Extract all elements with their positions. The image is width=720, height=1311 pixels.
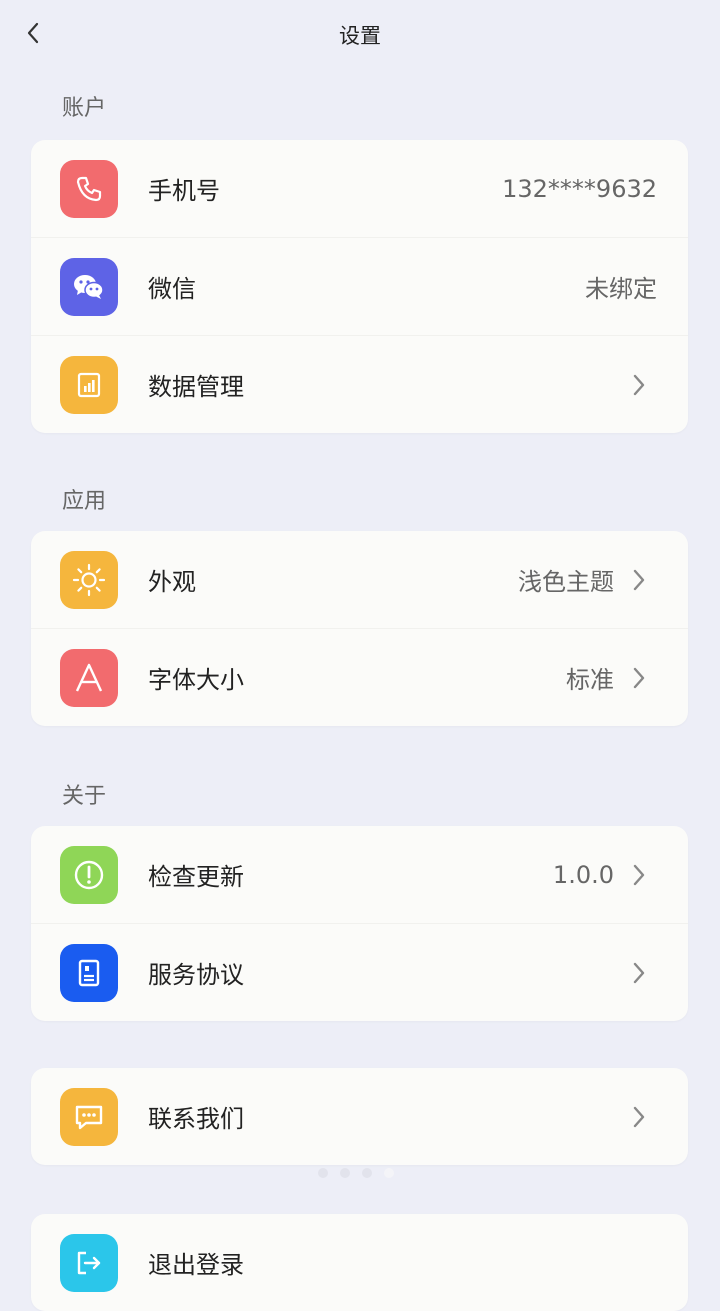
setting-value: 132****9632: [502, 174, 657, 203]
setting-row-wechat[interactable]: 微信 未绑定: [31, 237, 688, 335]
font-icon: [60, 649, 118, 707]
about-card: 检查更新 1.0.0 服务协议: [31, 826, 688, 1021]
page-indicator: [318, 1168, 394, 1178]
logout-icon: [60, 1234, 118, 1292]
setting-row-font-size[interactable]: 字体大小 标准: [31, 628, 688, 726]
chevron-right-icon: [633, 569, 645, 591]
setting-row-update[interactable]: 检查更新 1.0.0: [31, 826, 688, 923]
setting-label: 退出登录: [148, 1251, 244, 1279]
setting-label: 联系我们: [148, 1105, 244, 1133]
setting-label: 服务协议: [148, 961, 244, 989]
chevron-right-icon: [633, 667, 645, 689]
logout-card: 退出登录: [31, 1214, 688, 1311]
top-bar: 设置: [0, 0, 720, 68]
setting-row-appearance[interactable]: 外观 浅色主题: [31, 531, 688, 628]
setting-label: 外观: [148, 568, 196, 596]
wechat-icon: [60, 258, 118, 316]
document-icon: [60, 944, 118, 1002]
logout-button[interactable]: 退出登录: [31, 1214, 688, 1311]
update-icon: [60, 846, 118, 904]
page-dot-active[interactable]: [384, 1168, 394, 1178]
contact-card: 联系我们: [31, 1068, 688, 1165]
chevron-right-icon: [633, 864, 645, 886]
section-label-account: 账户: [62, 96, 107, 121]
setting-value: 未绑定: [585, 275, 657, 303]
setting-row-data[interactable]: 数据管理: [31, 335, 688, 433]
phone-icon: [60, 160, 118, 218]
page-dot[interactable]: [362, 1168, 372, 1178]
setting-row-phone[interactable]: 手机号 132****9632: [31, 140, 688, 237]
page-dot[interactable]: [340, 1168, 350, 1178]
page-title: 设置: [339, 24, 381, 48]
setting-label: 数据管理: [148, 373, 244, 401]
sun-icon: [60, 551, 118, 609]
page-dot[interactable]: [318, 1168, 328, 1178]
setting-value: 浅色主题: [518, 568, 614, 596]
setting-label: 手机号: [148, 177, 220, 205]
chevron-right-icon: [633, 1106, 645, 1128]
setting-value: 1.0.0: [552, 860, 614, 889]
section-label-about: 关于: [62, 784, 107, 809]
setting-row-agreement[interactable]: 服务协议: [31, 923, 688, 1021]
setting-value: 标准: [566, 666, 614, 694]
setting-label: 字体大小: [148, 666, 244, 694]
data-icon: [60, 356, 118, 414]
section-label-app: 应用: [62, 489, 107, 514]
setting-label: 检查更新: [148, 863, 244, 891]
chevron-right-icon: [633, 374, 645, 396]
app-card: 外观 浅色主题 字体大小 标准: [31, 531, 688, 726]
message-icon: [60, 1088, 118, 1146]
setting-label: 微信: [148, 275, 196, 303]
chevron-right-icon: [633, 962, 645, 984]
setting-row-contact[interactable]: 联系我们: [31, 1068, 688, 1165]
account-card: 手机号 132****9632 微信 未绑定 数据管理: [31, 140, 688, 433]
